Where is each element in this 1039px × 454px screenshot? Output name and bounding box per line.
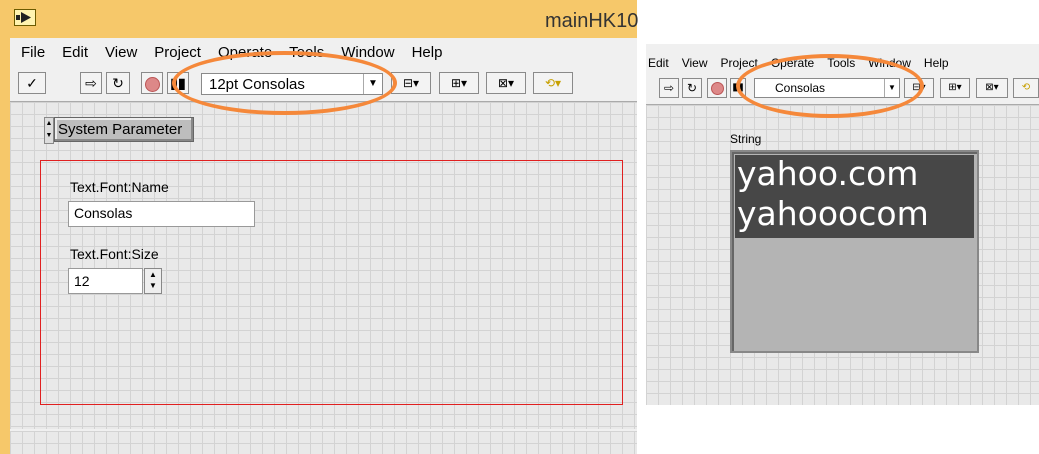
string-label: String bbox=[730, 132, 762, 146]
align-objects-icon[interactable]: ⊟▾ bbox=[391, 72, 431, 94]
menu-file[interactable]: File bbox=[21, 44, 45, 61]
font-size-stepper-icon[interactable]: ▲ ▼ bbox=[144, 268, 162, 294]
string-line-2: yahooocom bbox=[737, 194, 929, 233]
distribute-objects-icon[interactable]: ⊞▾ bbox=[940, 78, 970, 98]
labview-logo-icon bbox=[14, 9, 36, 26]
abort-icon[interactable] bbox=[707, 78, 727, 98]
menu-edit[interactable]: Edit bbox=[648, 56, 669, 70]
right-front-panel: String yahoo.com yahooocom bbox=[646, 104, 1039, 405]
font-size-field[interactable]: 12 bbox=[68, 268, 143, 294]
window-title: mainHK10 bbox=[545, 10, 639, 32]
reorder-icon[interactable]: ⟲ bbox=[1013, 78, 1039, 98]
run-continuously-icon[interactable]: ↻ bbox=[106, 72, 130, 94]
string-indicator[interactable]: yahoo.com yahooocom bbox=[730, 150, 979, 353]
front-panel: ▲ ▼ System Parameter Text.Font:Name Conso… bbox=[10, 101, 637, 429]
menu-view[interactable]: View bbox=[682, 56, 708, 70]
spinner-icon[interactable]: ▲ ▼ bbox=[44, 117, 54, 144]
panel-bottom-strip bbox=[10, 431, 637, 454]
checkmark-icon[interactable]: ✓ bbox=[18, 72, 46, 94]
resize-objects-icon[interactable]: ⊠▾ bbox=[976, 78, 1008, 98]
run-arrow-icon[interactable]: ⇨ bbox=[659, 78, 679, 98]
highlight-oval bbox=[736, 54, 924, 118]
highlight-oval bbox=[172, 51, 397, 115]
reorder-icon[interactable]: ⟲▾ bbox=[533, 72, 573, 94]
menu-help[interactable]: Help bbox=[924, 56, 949, 70]
font-size-label: Text.Font:Size bbox=[70, 246, 159, 262]
font-name-label: Text.Font:Name bbox=[70, 179, 169, 195]
font-settings-cluster: Text.Font:Name Consolas Text.Font:Size 1… bbox=[40, 160, 623, 405]
distribute-objects-icon[interactable]: ⊞▾ bbox=[439, 72, 479, 94]
menu-edit[interactable]: Edit bbox=[62, 44, 88, 61]
menu-project[interactable]: Project bbox=[154, 44, 201, 61]
system-parameter-label: System Parameter bbox=[54, 117, 194, 142]
run-continuously-icon[interactable]: ↻ bbox=[682, 78, 702, 98]
abort-icon[interactable] bbox=[141, 72, 163, 94]
string-line-1: yahoo.com bbox=[737, 154, 919, 193]
left-window: mainHK10 File Edit View Project Operate Tools… bbox=[0, 0, 639, 454]
right-window: Edit View Project Operate Tools Window Help ⇨ … bbox=[646, 44, 1039, 405]
resize-objects-icon[interactable]: ⊠▾ bbox=[486, 72, 526, 94]
menu-help[interactable]: Help bbox=[412, 44, 443, 61]
run-arrow-icon[interactable]: ⇨ bbox=[80, 72, 102, 94]
menu-view[interactable]: View bbox=[105, 44, 137, 61]
font-name-field[interactable]: Consolas bbox=[68, 201, 255, 227]
